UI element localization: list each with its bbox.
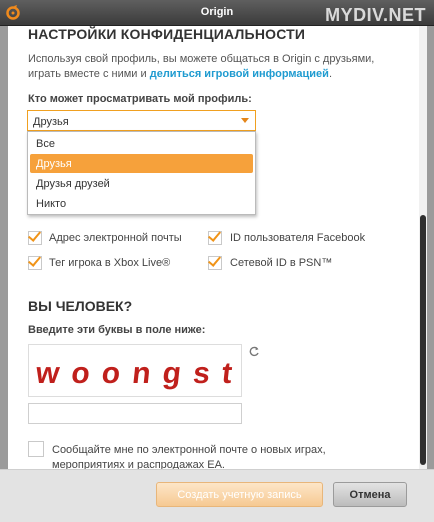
option-friends[interactable]: Друзья: [30, 154, 253, 173]
checkmark-icon: [207, 228, 222, 242]
option-all[interactable]: Все: [30, 134, 253, 153]
profile-visibility-select[interactable]: Друзья: [27, 110, 256, 131]
create-account-button[interactable]: Создать учетную запись: [156, 482, 323, 507]
select-value: Друзья: [33, 116, 69, 128]
checkmark-icon: [27, 228, 42, 242]
checkmark-icon: [27, 253, 42, 267]
psn-id-checkbox[interactable]: [207, 253, 222, 270]
window-border-left: [0, 26, 8, 522]
xbox-tag-checkbox[interactable]: [27, 253, 42, 270]
privacy-description: Используя свой профиль, вы можете общать…: [28, 52, 398, 82]
cancel-button[interactable]: Отмена: [333, 482, 407, 507]
privacy-heading: НАСТРОЙКИ КОНФИДЕНЦИАЛЬНОСТИ: [28, 26, 306, 42]
chevron-down-icon[interactable]: [241, 118, 249, 123]
captcha-label: Введите эти буквы в поле ниже:: [28, 324, 206, 336]
share-game-info-link[interactable]: делиться игровой информацией: [150, 68, 329, 80]
facebook-id-checkbox[interactable]: [207, 228, 222, 245]
psn-id-checkbox-label: Сетевой ID в PSN™: [230, 257, 333, 269]
captcha-image: woongst: [28, 344, 242, 397]
watermark: MYDIV.NET: [325, 5, 426, 25]
captcha-heading: ВЫ ЧЕЛОВЕК?: [28, 298, 133, 314]
refresh-icon[interactable]: [248, 346, 260, 358]
title-bar: Origin MYDIV.NET: [0, 0, 434, 26]
newsletter-label: Сообщайте мне по электронной почте о нов…: [52, 444, 326, 469]
xbox-tag-checkbox-label: Тег игрока в Xbox Live®: [49, 257, 171, 269]
option-nobody[interactable]: Никто: [30, 194, 253, 213]
scrollbar-thumb[interactable]: [420, 215, 426, 465]
email-checkbox-label: Адрес электронной почты: [49, 232, 182, 244]
email-checkbox[interactable]: [27, 228, 42, 245]
captcha-input[interactable]: [28, 403, 242, 424]
checkmark-icon: [207, 253, 222, 267]
description-end: .: [328, 68, 333, 80]
captcha-text: woongst: [33, 357, 233, 390]
visibility-dropdown-list: Все Друзья Друзья друзей Никто: [27, 131, 256, 215]
newsletter-checkbox[interactable]: [28, 441, 44, 457]
profile-visibility-label: Кто может просматривать мой профиль:: [28, 93, 252, 105]
option-friends-of-friends[interactable]: Друзья друзей: [30, 174, 253, 193]
window-border-right: [426, 26, 434, 522]
facebook-id-checkbox-label: ID пользователя Facebook: [230, 232, 366, 244]
